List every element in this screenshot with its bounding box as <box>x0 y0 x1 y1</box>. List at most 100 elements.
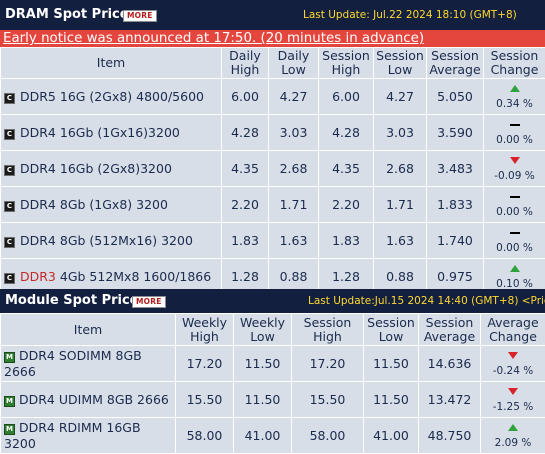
dram-price-table: Item DailyHigh DailyLow SessionHigh Sess… <box>0 47 545 295</box>
item-name[interactable]: DDR4 16Gb (1Gx16)3200 <box>20 125 180 140</box>
item-name[interactable]: DDR4 16Gb (2Gx8)3200 <box>20 161 172 176</box>
price-value: 4.27 <box>374 79 427 115</box>
price-value: 11.50 <box>234 382 292 418</box>
price-value: 2.68 <box>269 151 319 187</box>
price-value: 15.50 <box>176 382 234 418</box>
chip-icon: C <box>4 237 15 248</box>
price-value: 1.83 <box>319 223 374 259</box>
trend-indicator <box>484 191 545 203</box>
change-cell: -0.24 % <box>481 346 545 382</box>
chip-icon: C <box>4 201 15 212</box>
price-value: 15.50 <box>292 382 364 418</box>
change-cell: 0.34 % <box>484 79 545 115</box>
price-value: 3.590 <box>427 115 484 151</box>
module-header: Module Spot Price MORE Last Update:Jul.1… <box>0 289 545 313</box>
price-value: 2.20 <box>222 187 269 223</box>
item-name-prefix[interactable]: DDR3 <box>20 269 56 284</box>
change-cell: 2.09 % <box>481 418 545 454</box>
price-value: 4.28 <box>319 115 374 151</box>
flat-dash-icon <box>510 196 520 198</box>
price-value: 4.28 <box>222 115 269 151</box>
item-name-cell[interactable]: C DDR4 8Gb (512Mx16) 3200 <box>1 223 222 259</box>
chip-icon: C <box>4 129 15 140</box>
item-name[interactable]: DDR4 RDIMM 16GB 3200 <box>4 420 141 451</box>
price-value: 1.71 <box>374 187 427 223</box>
dram-last-update: Last Update: Jul.22 2024 18:10 (GMT+8) <box>303 9 517 21</box>
item-name-cell[interactable]: CDDR5 16G (2Gx8) 4800/5600 <box>1 79 222 115</box>
module-price-table: Item WeeklyHigh WeeklyLow SessionHigh Se… <box>0 313 545 454</box>
price-value: 6.00 <box>319 79 374 115</box>
table-row: CDDR4 8Gb (1Gx8) 32002.201.712.201.711.8… <box>1 187 545 223</box>
price-value: 1.63 <box>269 223 319 259</box>
trend-indicator <box>481 350 545 362</box>
column-header-daily-high: DailyHigh <box>222 48 269 79</box>
column-header-item: Item <box>1 48 222 79</box>
change-cell: -0.09 % <box>484 151 545 187</box>
item-name[interactable]: DDR4 8Gb (1Gx8) 3200 <box>20 197 168 212</box>
column-header-session-low: SessionLow <box>364 314 419 346</box>
module-icon: M <box>4 396 15 407</box>
price-value: 11.50 <box>234 346 292 382</box>
change-cell: 0.00 % <box>484 115 545 151</box>
item-name[interactable]: DDR4 SODIMM 8GB 2666 <box>4 348 142 379</box>
column-header-item: Item <box>1 314 176 346</box>
table-row: CDDR4 8Gb (512Mx16) 32001.831.631.831.63… <box>1 223 545 259</box>
item-name-cell[interactable]: C DDR4 16Gb (2Gx8)3200 <box>1 151 222 187</box>
chip-icon: C <box>4 165 15 176</box>
change-cell: -1.25 % <box>481 382 545 418</box>
price-value: 11.50 <box>364 346 419 382</box>
price-value: 58.00 <box>292 418 364 454</box>
price-value: 2.20 <box>319 187 374 223</box>
item-name-cell[interactable]: M DDR4 UDIMM 8GB 2666 <box>1 382 176 418</box>
trend-indicator <box>484 263 545 275</box>
column-header-session-low: SessionLow <box>374 48 427 79</box>
change-value: 2.09 % <box>481 437 545 450</box>
price-value: 3.483 <box>427 151 484 187</box>
change-value: -1.25 % <box>481 401 545 414</box>
item-name-cell[interactable]: C DDR4 16Gb (1Gx16)3200 <box>1 115 222 151</box>
price-value: 17.20 <box>176 346 234 382</box>
price-value: 14.636 <box>419 346 481 382</box>
price-value: 5.050 <box>427 79 484 115</box>
module-more-button[interactable]: MORE <box>132 296 166 308</box>
price-value: 1.740 <box>427 223 484 259</box>
module-icon: M <box>4 352 15 363</box>
price-value: 41.00 <box>234 418 292 454</box>
item-name-cell[interactable]: MDDR4 RDIMM 16GB 3200 <box>1 418 176 454</box>
early-notice-link[interactable]: Early notice was announced at 17:50. (20… <box>3 31 424 46</box>
arrow-down-icon <box>508 352 518 359</box>
dram-more-button[interactable]: MORE <box>123 10 157 22</box>
table-header-row: Item WeeklyHigh WeeklyLow SessionHigh Se… <box>1 314 545 346</box>
trend-indicator <box>481 422 545 434</box>
price-value: 13.472 <box>419 382 481 418</box>
price-value: 6.00 <box>222 79 269 115</box>
column-header-weekly-low: WeeklyLow <box>234 314 292 346</box>
change-value: -0.24 % <box>481 365 545 378</box>
column-header-session-change: SessionChange <box>484 48 545 79</box>
arrow-up-icon <box>510 265 520 272</box>
column-header-session-average: SessionAverage <box>427 48 484 79</box>
item-name[interactable]: 4Gb 512Mx8 1600/1866 <box>56 269 211 284</box>
table-row: MDDR4 UDIMM 8GB 266615.5011.5015.5011.50… <box>1 382 545 418</box>
trend-indicator <box>484 119 545 131</box>
chip-icon: C <box>4 273 15 284</box>
price-value: 4.27 <box>269 79 319 115</box>
change-value: -0.09 % <box>484 170 545 183</box>
trend-indicator <box>484 155 545 167</box>
column-header-weekly-high: WeeklyHigh <box>176 314 234 346</box>
item-name-cell[interactable]: C DDR4 8Gb (1Gx8) 3200 <box>1 187 222 223</box>
price-value: 17.20 <box>292 346 364 382</box>
module-last-update: Last Update:Jul.15 2024 14:40 (GMT+8) <P… <box>308 295 545 307</box>
arrow-down-icon <box>508 388 518 395</box>
price-value: 41.00 <box>364 418 419 454</box>
item-name[interactable]: DDR5 16G (2Gx8) 4800/5600 <box>20 89 204 104</box>
price-value: 3.03 <box>269 115 319 151</box>
early-notice-banner[interactable]: Early notice was announced at 17:50. (20… <box>0 30 545 47</box>
table-row: CDDR5 16G (2Gx8) 4800/56006.004.276.004.… <box>1 79 545 115</box>
table-row: CDDR4 16Gb (1Gx16)32004.283.034.283.033.… <box>1 115 545 151</box>
trend-indicator <box>481 386 545 398</box>
price-value: 3.03 <box>374 115 427 151</box>
item-name-cell[interactable]: MDDR4 SODIMM 8GB 2666 <box>1 346 176 382</box>
item-name[interactable]: DDR4 UDIMM 8GB 2666 <box>19 392 169 407</box>
item-name[interactable]: DDR4 8Gb (512Mx16) 3200 <box>20 233 193 248</box>
